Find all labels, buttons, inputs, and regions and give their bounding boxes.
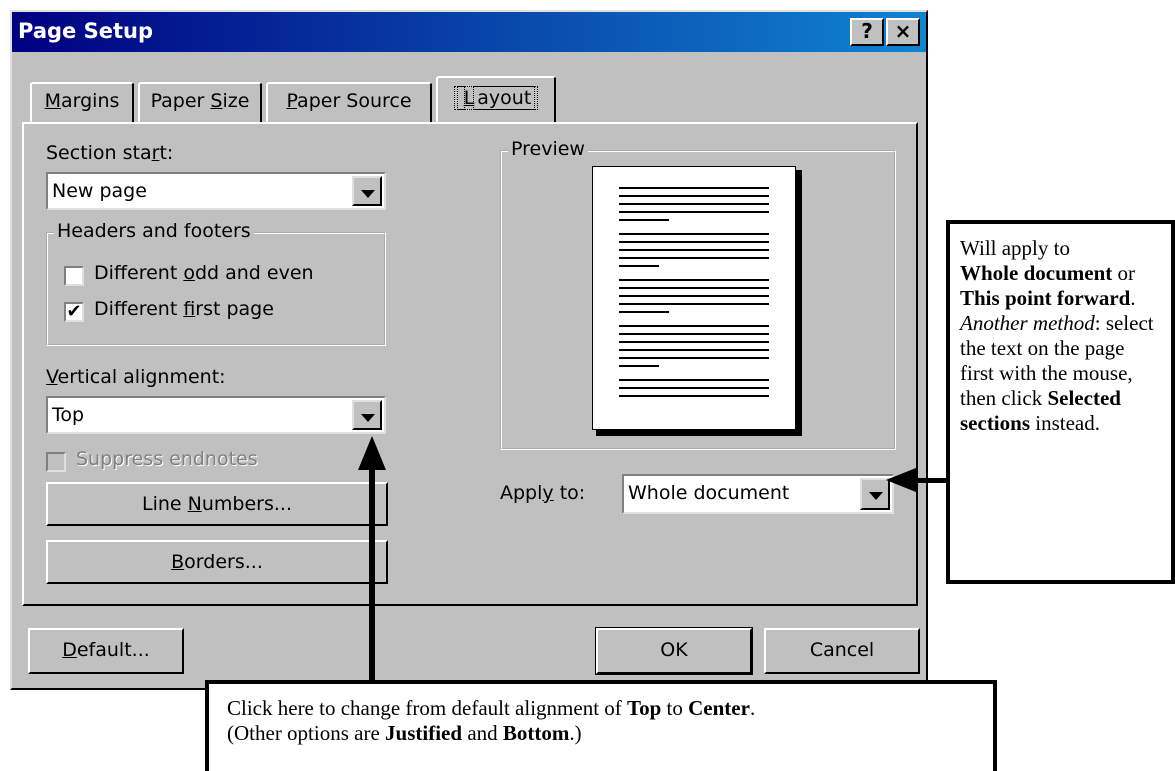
title-bar[interactable]: Page Setup ? × xyxy=(12,12,926,52)
apply-to-callout: Will apply to Whole document or This poi… xyxy=(946,220,1175,584)
apply-to-label: Apply to: xyxy=(500,482,586,504)
section-start-select[interactable]: New page xyxy=(46,172,386,210)
cancel-button[interactable]: Cancel xyxy=(764,628,920,674)
preview-line xyxy=(619,233,769,235)
vertical-alignment-callout: Click here to change from default alignm… xyxy=(205,680,997,771)
checkmark-icon: ✔ xyxy=(66,301,82,322)
section-start-value: New page xyxy=(52,180,147,202)
vertical-alignment-value: Top xyxy=(52,404,85,426)
preview-line xyxy=(619,279,769,281)
help-button[interactable]: ? xyxy=(850,18,884,46)
preview-line xyxy=(619,325,769,327)
page-setup-dialog: Page Setup ? × Margins Paper Size Paper … xyxy=(10,10,928,690)
preview-line xyxy=(619,219,669,221)
different-odd-even-checkbox[interactable] xyxy=(64,266,84,286)
tab-layout[interactable]: Layout xyxy=(436,76,556,122)
different-odd-even-label: Different odd and even xyxy=(94,262,314,284)
suppress-endnotes-checkbox[interactable] xyxy=(46,452,66,472)
tab-margins[interactable]: Margins xyxy=(30,82,134,122)
arrow-shaft-vertical xyxy=(369,468,375,680)
preview-group: Preview xyxy=(500,138,896,450)
preview-page xyxy=(592,166,796,430)
preview-line xyxy=(619,249,769,251)
apply-to-value: Whole document xyxy=(628,482,790,504)
layout-tab-panel: Section start: New page Headers and foot… xyxy=(22,122,918,606)
vertical-alignment-dropdown-button[interactable] xyxy=(352,400,382,430)
ok-button[interactable]: OK xyxy=(595,627,753,675)
preview-line xyxy=(619,211,769,213)
section-start-label: Section start: xyxy=(46,142,174,164)
preview-title: Preview xyxy=(508,138,588,160)
preview-line xyxy=(619,333,769,335)
preview-line xyxy=(619,395,769,397)
headers-footers-group: Headers and footers Different odd and ev… xyxy=(46,220,386,346)
preview-line xyxy=(619,303,769,305)
borders-button[interactable]: Borders... xyxy=(46,540,388,584)
preview-line xyxy=(619,387,769,389)
section-start-dropdown-button[interactable] xyxy=(352,176,382,206)
default-button[interactable]: Default... xyxy=(28,628,184,674)
vertical-alignment-label: Vertical alignment: xyxy=(46,366,226,388)
different-first-page-label: Different first page xyxy=(94,298,274,320)
preview-line xyxy=(619,241,769,243)
preview-line xyxy=(619,379,769,381)
preview-line xyxy=(619,257,769,259)
suppress-endnotes-label: Suppress endnotes xyxy=(76,448,258,470)
vertical-alignment-select[interactable]: Top xyxy=(46,396,386,434)
tab-paper-size[interactable]: Paper Size xyxy=(138,82,262,122)
apply-to-select[interactable]: Whole document xyxy=(622,474,894,514)
different-first-page-checkbox[interactable]: ✔ xyxy=(64,302,84,322)
preview-line xyxy=(619,295,769,297)
headers-footers-title: Headers and footers xyxy=(54,220,254,242)
preview-line xyxy=(619,357,769,359)
line-numbers-button[interactable]: Line Numbers... xyxy=(46,482,388,526)
close-button[interactable]: × xyxy=(886,18,920,46)
preview-line xyxy=(619,187,769,189)
arrow-shaft-right xyxy=(914,478,946,483)
arrow-left-icon xyxy=(886,468,916,492)
preview-line xyxy=(619,365,659,367)
preview-line xyxy=(619,203,769,205)
arrow-up-icon xyxy=(358,436,386,470)
preview-line xyxy=(619,287,769,289)
preview-line xyxy=(619,265,659,267)
preview-line xyxy=(619,195,769,197)
dialog-title: Page Setup xyxy=(18,19,153,43)
tab-paper-source[interactable]: Paper Source xyxy=(266,82,432,122)
preview-line xyxy=(619,341,769,343)
preview-line xyxy=(619,349,769,351)
preview-line xyxy=(619,311,669,313)
